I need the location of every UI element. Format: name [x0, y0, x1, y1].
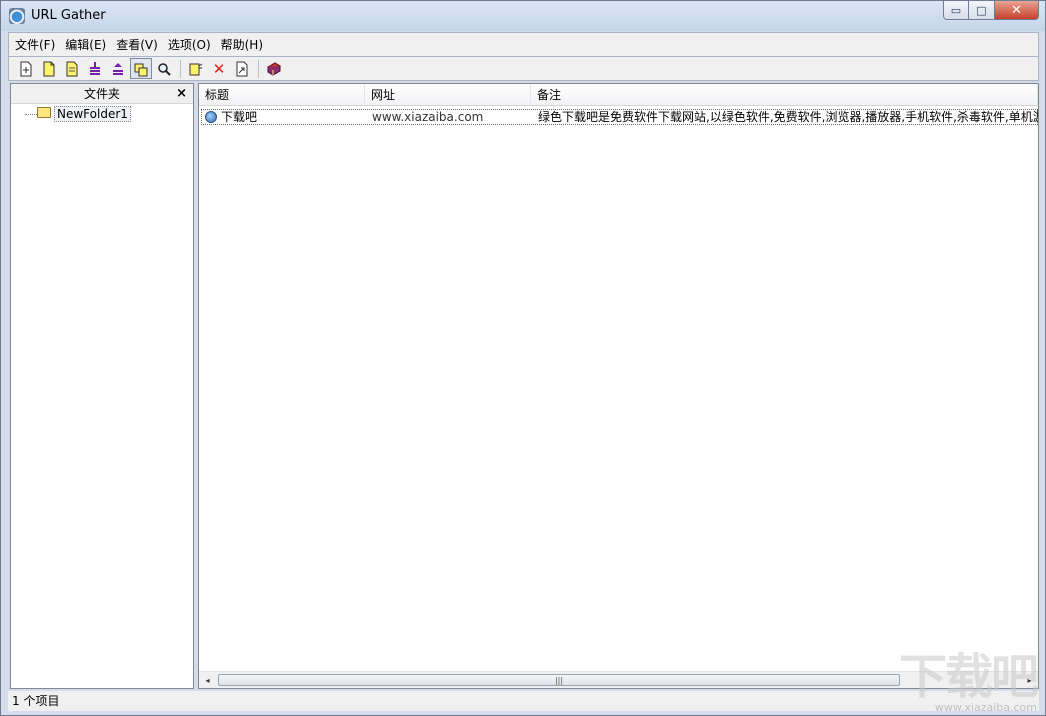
maximize-button[interactable]: □ — [969, 1, 995, 20]
menu-help[interactable]: 帮助(H) — [221, 36, 263, 53]
properties-icon — [189, 61, 203, 77]
help-button[interactable] — [263, 58, 285, 79]
app-icon — [9, 8, 25, 24]
menu-view[interactable]: 查看(V) — [116, 36, 158, 53]
menu-edit[interactable]: 编辑(E) — [65, 36, 106, 53]
menu-file[interactable]: 文件(F) — [15, 36, 55, 53]
new-subfolder-button[interactable] — [61, 58, 83, 79]
move-down-button[interactable] — [84, 58, 106, 79]
export-button[interactable] — [231, 58, 253, 79]
toolbar-separator — [258, 59, 259, 78]
close-button[interactable]: ✕ — [995, 1, 1039, 20]
column-header-title[interactable]: 标题 — [199, 84, 365, 106]
new-yellow-doc-icon — [65, 61, 79, 77]
close-icon: ✕ — [1011, 2, 1022, 18]
status-bar: 1 个项目 — [8, 691, 1039, 711]
new-item-button[interactable] — [15, 58, 37, 79]
export-icon — [235, 61, 249, 77]
folder-icon — [37, 107, 51, 118]
app-window: URL Gather ▭ □ ✕ 文件(F) 编辑(E) 查看(V) 选项(O)… — [0, 0, 1046, 716]
search-icon — [157, 61, 171, 77]
url-list-view: 标题 网址 备注 下载吧 www.xiazaiba.com 绿色下载吧是免费软件… — [198, 83, 1039, 689]
delete-button[interactable]: ✕ — [208, 58, 230, 79]
globe-icon — [205, 111, 217, 123]
window-controls: ▭ □ ✕ — [943, 1, 1039, 20]
table-row[interactable]: 下载吧 www.xiazaiba.com 绿色下载吧是免费软件下载网站,以绿色软… — [201, 109, 1038, 125]
menu-bar: 文件(F) 编辑(E) 查看(V) 选项(O) 帮助(H) — [8, 32, 1039, 56]
status-item-count: 1 个项目 — [12, 694, 60, 708]
new-document-icon — [19, 61, 33, 77]
properties-button[interactable] — [185, 58, 207, 79]
toolbar-separator — [180, 59, 181, 78]
menu-options[interactable]: 选项(O) — [168, 36, 211, 53]
minimize-icon: ▭ — [950, 3, 962, 17]
move-up-button[interactable] — [107, 58, 129, 79]
folder-panel: 文件夹 × NewFolder1 — [10, 83, 194, 689]
move-down-icon — [88, 61, 102, 77]
horizontal-scrollbar[interactable]: ◂ ||| ▸ — [199, 671, 1038, 688]
scroll-right-icon: ▸ — [1027, 675, 1032, 685]
delete-icon: ✕ — [212, 59, 226, 78]
search-button[interactable] — [153, 58, 175, 79]
title-bar[interactable]: URL Gather ▭ □ ✕ — [1, 1, 1045, 31]
toggle-folders-button[interactable] — [130, 58, 152, 79]
maximize-icon: □ — [976, 3, 987, 17]
tree-item-newfolder1[interactable]: NewFolder1 — [54, 106, 131, 122]
help-book-icon — [267, 61, 281, 77]
row-url: www.xiazaiba.com — [372, 110, 484, 124]
column-header-note[interactable]: 备注 — [531, 84, 1038, 106]
window-title: URL Gather — [31, 8, 106, 23]
list-header: 标题 网址 备注 — [199, 84, 1038, 106]
scroll-left-button[interactable]: ◂ — [199, 672, 216, 688]
close-panel-icon[interactable]: × — [176, 84, 187, 104]
new-folder-button[interactable] — [38, 58, 60, 79]
folder-panel-header: 文件夹 × — [11, 84, 193, 104]
minimize-button[interactable]: ▭ — [943, 1, 969, 20]
toggle-folder-view-icon — [134, 61, 148, 77]
toolbar: ✕ — [8, 56, 1039, 81]
row-title: 下载吧 — [221, 110, 258, 124]
column-header-url[interactable]: 网址 — [365, 84, 531, 106]
scrollbar-thumb[interactable]: ||| — [218, 674, 900, 686]
folder-panel-title: 文件夹 — [83, 87, 120, 101]
new-folder-doc-icon — [42, 61, 56, 77]
row-note: 绿色下载吧是免费软件下载网站,以绿色软件,免费软件,浏览器,播放器,手机软件,杀… — [538, 110, 1038, 124]
move-up-icon — [111, 61, 125, 77]
scroll-right-button[interactable]: ▸ — [1021, 672, 1038, 688]
scroll-left-icon: ◂ — [205, 675, 210, 685]
scroll-grip-icon: ||| — [554, 675, 564, 685]
